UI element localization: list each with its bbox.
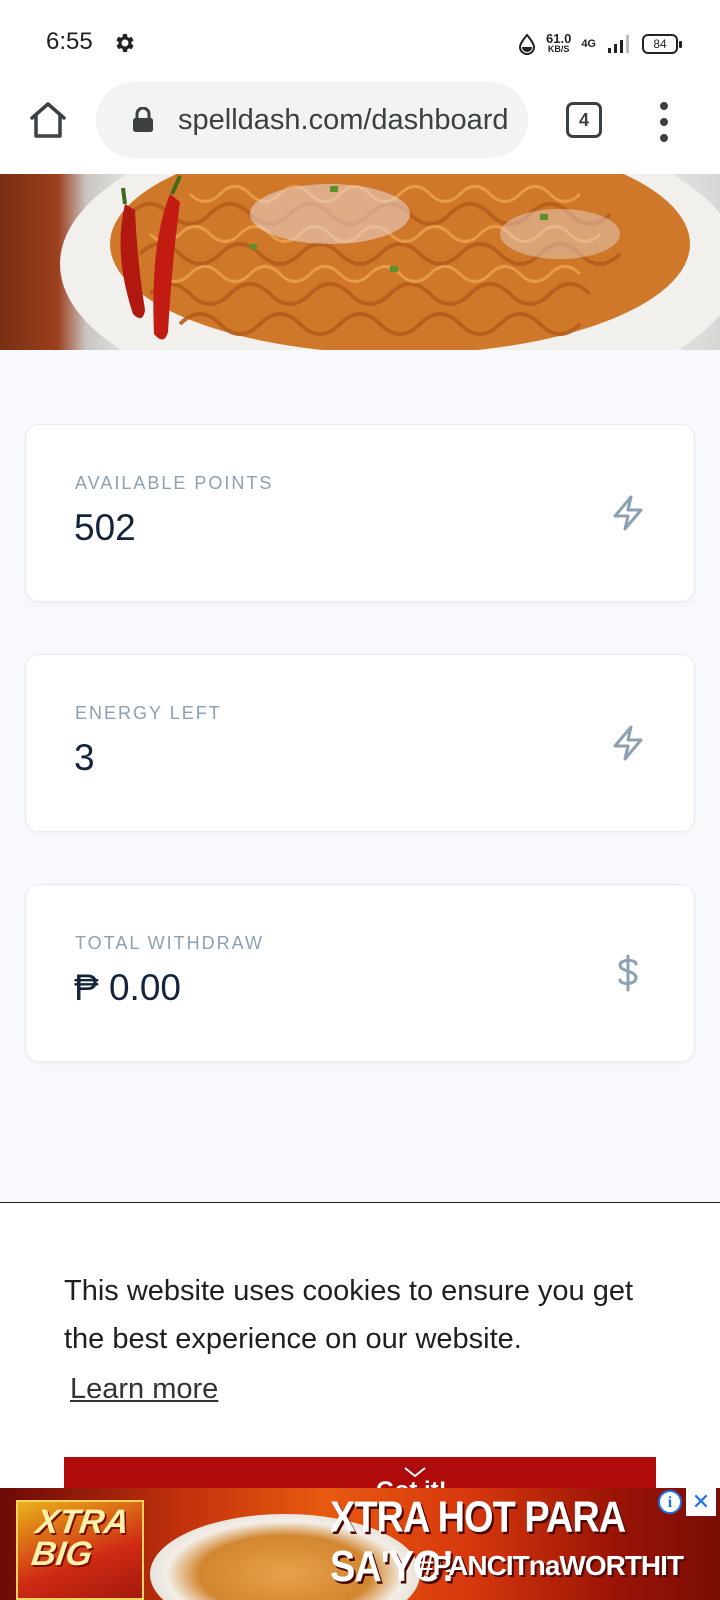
gear-icon	[116, 34, 134, 52]
home-icon[interactable]	[26, 98, 70, 142]
ad-banner[interactable]: XTRA BIG XTRA HOT PARA SA'YO! #PANCITnaW…	[0, 1488, 720, 1600]
stat-label: ENERGY LEFT	[75, 703, 222, 723]
stat-value: ₱ 0.00	[74, 967, 181, 1008]
lightning-icon	[613, 725, 643, 761]
data-saver-icon	[518, 33, 536, 55]
stat-value: 502	[74, 507, 136, 548]
more-options-icon[interactable]	[650, 102, 678, 142]
cookie-message: This website uses cookies to ensure you …	[64, 1275, 634, 1355]
ad-hashtag: #PANCITnaWORTHIT	[418, 1550, 684, 1581]
lightning-icon	[613, 495, 643, 531]
battery-indicator: 84	[642, 34, 682, 54]
stat-card-available-points: AVAILABLE POINTS 502	[25, 424, 695, 602]
stat-card-total-withdraw: TOTAL WITHDRAW ₱ 0.00	[25, 884, 695, 1062]
dollar-icon	[618, 954, 638, 992]
network-speed: 61.0 KB/S	[546, 31, 572, 54]
cookie-banner: This website uses cookies to ensure you …	[0, 1202, 720, 1493]
tab-switcher-button[interactable]: 4	[566, 102, 602, 138]
address-bar[interactable]: spelldash.com/dashboard	[96, 82, 528, 158]
browser-toolbar: spelldash.com/dashboard 4	[0, 82, 720, 174]
status-indicators: 61.0 KB/S 4G 84	[518, 30, 682, 58]
status-time: 6:55	[46, 28, 93, 55]
stat-label: TOTAL WITHDRAW	[75, 933, 264, 953]
learn-more-link[interactable]: Learn more	[70, 1373, 218, 1406]
close-icon[interactable]: ✕	[686, 1488, 716, 1516]
network-type: 4G	[581, 38, 596, 50]
signal-icon	[608, 35, 629, 53]
stat-value: 3	[74, 737, 95, 778]
lock-icon	[133, 107, 153, 132]
stat-label: AVAILABLE POINTS	[75, 473, 274, 493]
stat-card-energy-left: ENERGY LEFT 3	[25, 654, 695, 832]
info-icon[interactable]: i	[658, 1490, 682, 1514]
url-text[interactable]: spelldash.com/dashboard	[178, 104, 508, 137]
ad-pack-text: XTRA BIG	[29, 1503, 131, 1573]
status-bar: 6:55 61.0 KB/S 4G 84	[0, 0, 720, 82]
chevron-down-icon	[404, 1467, 426, 1477]
hero-noodle-image	[0, 174, 720, 350]
